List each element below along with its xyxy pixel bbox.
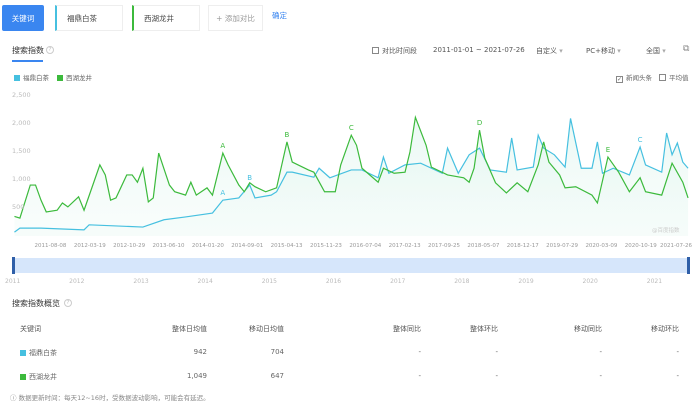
slider-handle-right[interactable] [687,257,690,274]
slider-year-label: 2013 [133,278,149,285]
time-range-slider[interactable] [12,258,690,273]
table-cell: 942 [193,348,207,356]
info-icon: ⓘ [10,394,19,402]
news-annotation-marker[interactable]: C [638,136,643,144]
news-annotation-marker[interactable]: C [349,124,354,132]
keyword-cell: 福鼎白茶 [20,348,57,358]
slider-year-label: 2021 [646,278,663,285]
trend-chart[interactable]: A A B B C D E C [0,0,700,250]
news-annotation-marker[interactable]: A [220,142,225,150]
keyword-cell: 西湖龙井 [20,372,57,382]
slider-year-label: 2019 [518,278,534,285]
news-annotation-marker[interactable]: A [220,189,225,197]
table-cell: - [676,372,679,380]
keyword-label: 西湖龙井 [29,373,57,381]
y-tick-label: 1,000 [12,175,31,183]
y-tick-label: 1,500 [12,147,31,155]
overview-title: 搜索指数概览 [12,299,60,308]
table-cell: - [599,372,602,380]
table-cell: - [676,348,679,356]
x-tick-label: 2014-01-20 [191,243,224,249]
slider-year-label: 2016 [325,278,342,285]
slider-year-label: 2015 [261,278,277,285]
table-header-cell: 移动环比 [651,325,679,333]
slider-year-label: 2017 [390,278,406,285]
x-tick-label: 2016-07-04 [349,243,382,249]
keyword-color-swatch [20,374,26,380]
slider-year-label: 2014 [197,278,213,285]
x-tick-label: 2017-02-13 [388,243,421,249]
y-tick-label: 2,000 [12,119,31,127]
footnote-text: 数据更新时间：每天12~16时，受数据波动影响，可能会有延迟。 [18,394,210,402]
table-cell: 704 [270,348,284,356]
table-cell: - [599,348,602,356]
x-tick-label: 2018-05-07 [467,243,500,249]
x-tick-label: 2012-03-19 [73,243,106,249]
x-tick-label: 2011-08-08 [34,243,67,249]
table-header-cell: 整体同比 [393,325,421,333]
slider-year-label: 2011 [5,278,21,285]
y-tick-label: 2,500 [12,91,31,99]
keyword-color-swatch [20,350,26,356]
table-cell: - [495,372,498,380]
x-tick-label: 2018-12-17 [506,243,539,249]
table-header-cell: 整体日均值 [172,325,207,333]
table-cell: - [418,348,421,356]
news-annotation-marker[interactable]: B [285,131,290,139]
x-tick-label: 2019-07-29 [546,243,579,249]
news-annotation-marker[interactable]: D [477,119,482,127]
slider-year-label: 2012 [69,278,85,285]
y-tick-label: 500 [12,203,25,211]
x-tick-label: 2014-09-01 [231,243,264,249]
x-tick-label: 2012-10-29 [113,243,146,249]
table-header-cell: 关键词 [20,325,41,333]
slider-year-label: 2018 [454,278,470,285]
slider-handle-left[interactable] [12,257,15,274]
table-cell: 647 [270,372,284,380]
table-header-cell: 移动同比 [574,325,602,333]
table-cell: - [418,372,421,380]
x-tick-label: 2017-09-25 [428,243,460,249]
table-header-cell: 整体环比 [470,325,498,333]
keyword-label: 福鼎白茶 [29,349,57,357]
x-tick-label: 2015-11-23 [309,243,342,249]
footnote: ⓘ 数据更新时间：每天12~16时，受数据波动影响，可能会有延迟。 [10,392,210,402]
x-tick-label: 2013-06-10 [152,243,185,249]
table-header-cell: 移动日均值 [249,325,284,333]
table-cell: 1,049 [186,372,207,380]
table-cell: - [495,348,498,356]
watermark: @百度指数 [652,228,680,234]
x-tick-label: 2015-04-13 [270,243,303,249]
help-icon[interactable]: ? [64,299,72,307]
x-tick-label: 2021-07-26 [660,243,692,249]
x-tick-label: 2020-10-19 [624,243,657,249]
news-annotation-marker[interactable]: B [247,174,252,182]
news-annotation-marker[interactable]: E [606,146,610,154]
slider-year-label: 2020 [582,278,598,285]
x-tick-label: 2020-03-09 [585,243,618,249]
